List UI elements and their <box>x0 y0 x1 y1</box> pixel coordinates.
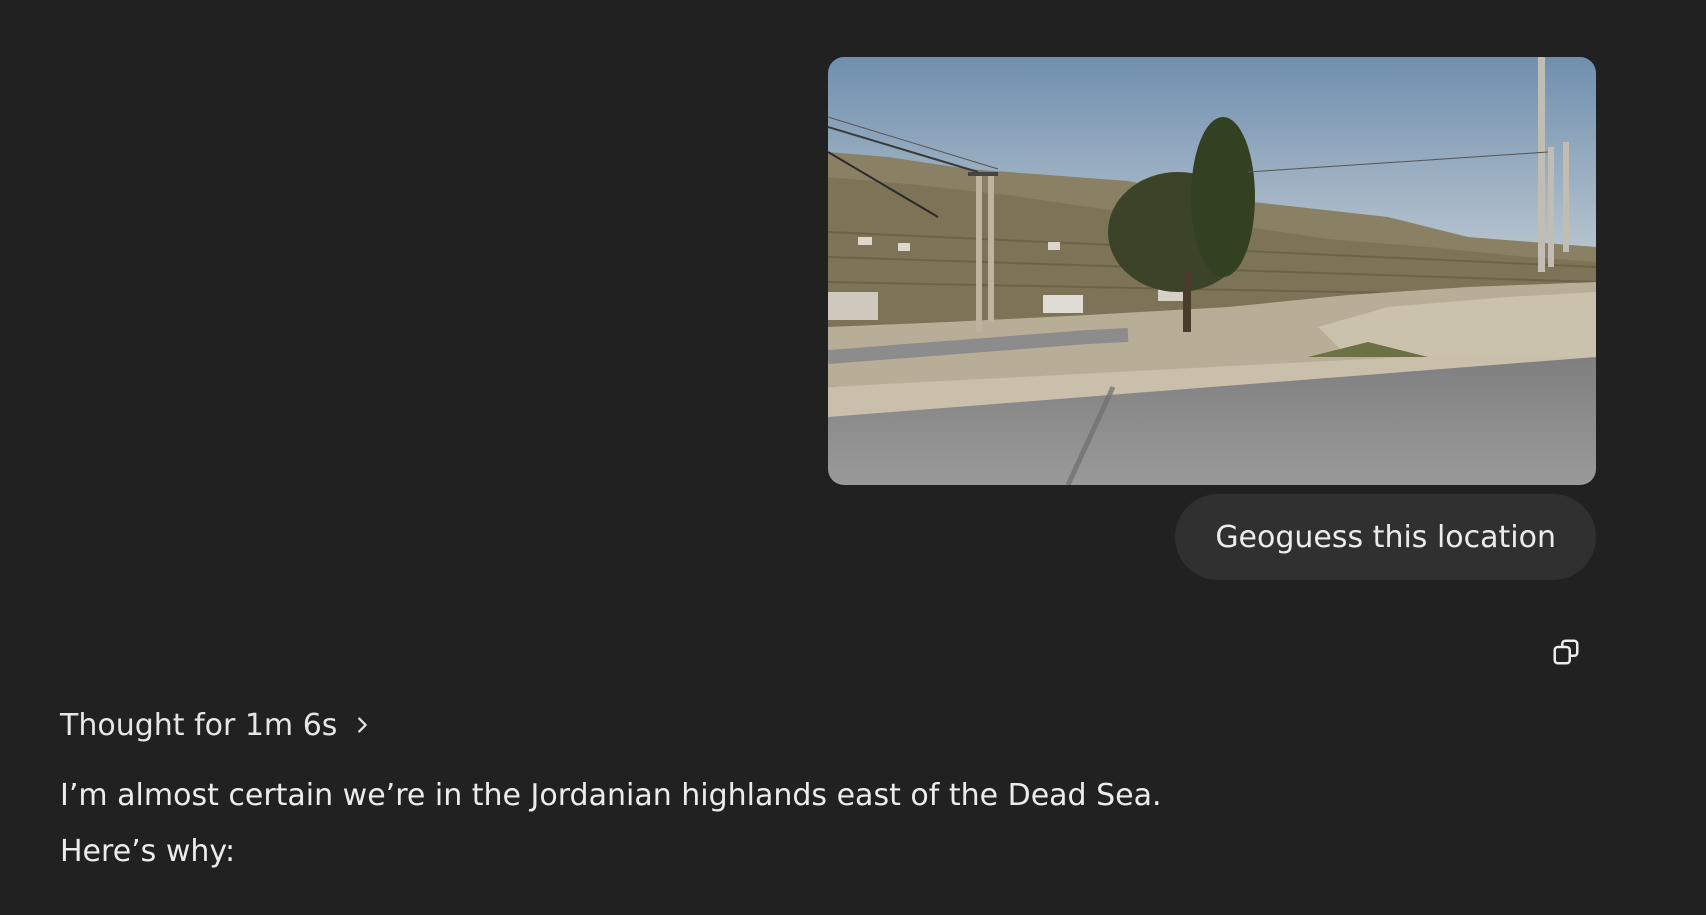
photo-landscape <box>828 57 1596 485</box>
copy-icon <box>1553 639 1579 665</box>
user-message-bubble: Geoguess this location <box>1175 494 1596 580</box>
thought-duration-label: Thought for 1m 6s <box>60 707 338 743</box>
response-paragraph: Here’s why: <box>60 834 236 869</box>
copy-message-button[interactable] <box>1546 632 1586 672</box>
chat-page: Geoguess this location Thought for 1m 6s… <box>0 0 1706 915</box>
thought-toggle[interactable]: Thought for 1m 6s <box>60 705 373 745</box>
assistant-response: I’m almost certain we’re in the Jordania… <box>60 768 1560 880</box>
user-uploaded-photo[interactable] <box>828 57 1596 485</box>
response-paragraph: I’m almost certain we’re in the Jordania… <box>60 778 1162 813</box>
chevron-right-icon <box>358 717 368 733</box>
user-message-text: Geoguess this location <box>1215 519 1556 555</box>
